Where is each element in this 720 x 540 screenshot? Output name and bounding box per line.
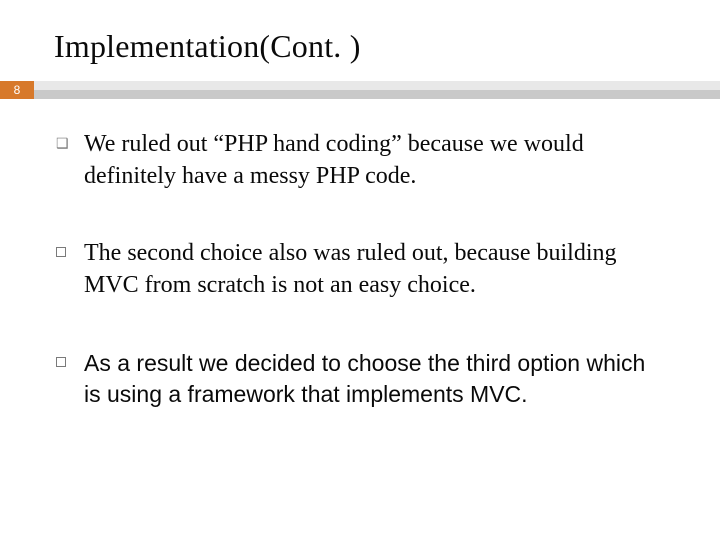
list-item-text: As a result we decided to choose the thi… <box>84 348 664 410</box>
title-rule: 8 <box>0 81 720 99</box>
slide: Implementation(Cont. ) 8 ❑ We ruled out … <box>0 0 720 540</box>
list-item: ❑ We ruled out “PHP hand coding” because… <box>56 129 664 192</box>
list-item: The second choice also was ruled out, be… <box>56 238 664 301</box>
list-item-text: The second choice also was ruled out, be… <box>84 238 664 301</box>
slide-title: Implementation(Cont. ) <box>0 28 720 65</box>
bullet-square-icon <box>56 238 84 262</box>
page-number-badge: 8 <box>0 81 34 99</box>
list-item: As a result we decided to choose the thi… <box>56 348 664 410</box>
bullet-square-icon <box>56 348 84 372</box>
slide-body: ❑ We ruled out “PHP hand coding” because… <box>0 99 720 409</box>
bullet-q-icon: ❑ <box>56 129 84 153</box>
horizontal-rule <box>34 81 720 99</box>
list-item-text: We ruled out “PHP hand coding” because w… <box>84 129 664 192</box>
